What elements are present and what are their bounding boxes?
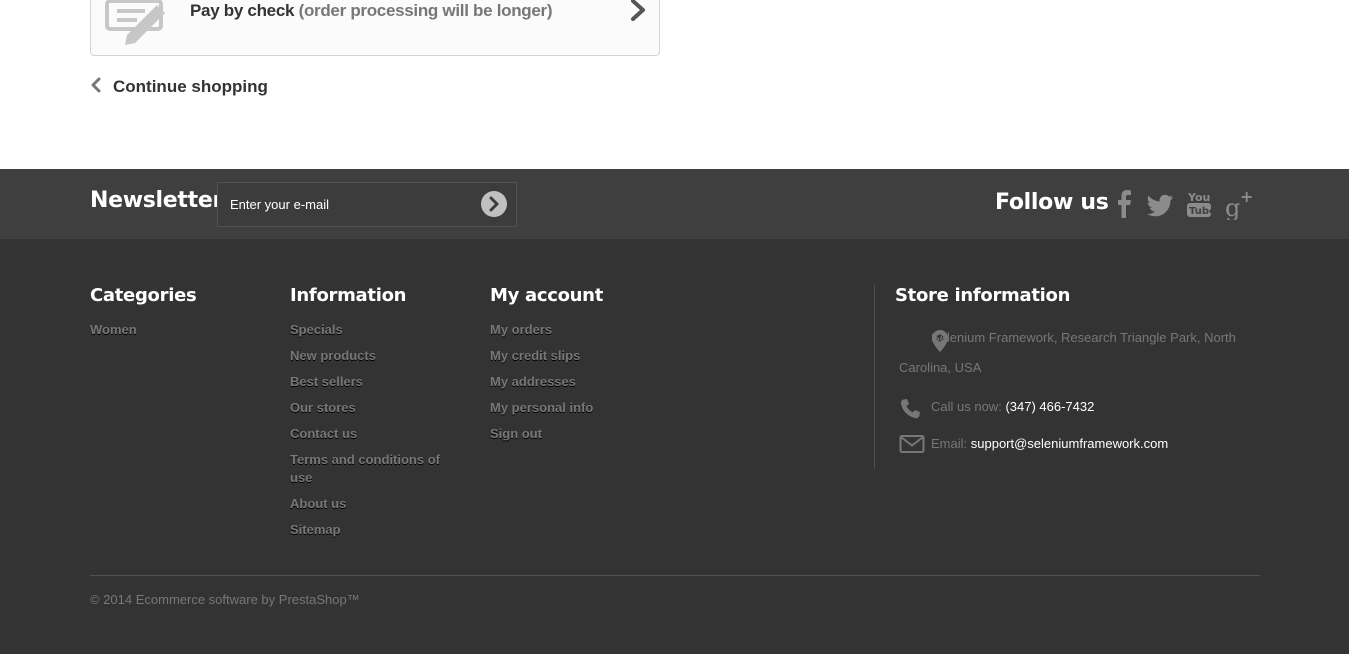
check-pen-icon [105, 0, 169, 54]
account-link-my-orders[interactable]: My orders [490, 321, 603, 339]
email-label: Email: [931, 436, 968, 451]
account-link-personal-info[interactable]: My personal info [490, 399, 603, 417]
categories-block: Categories Women [90, 285, 197, 347]
svg-text:Tube: Tube [1189, 206, 1215, 217]
account-link-sign-out[interactable]: Sign out [490, 425, 603, 443]
svg-text:g: g [1225, 194, 1240, 220]
envelope-icon [899, 433, 925, 460]
chevron-left-icon [90, 77, 104, 98]
phone-label: Call us now: [931, 399, 1002, 414]
chevron-right-icon [629, 0, 647, 26]
twitter-icon[interactable] [1145, 188, 1175, 220]
svg-text:+: + [1240, 188, 1253, 206]
store-information-title: Store information [895, 285, 1071, 306]
store-address-text: Selenium Framework, Research Triangle Pa… [899, 330, 1236, 375]
store-address: Selenium Framework, Research Triangle Pa… [895, 323, 1255, 383]
payment-label-sub: (order processing will be longer) [298, 1, 553, 20]
store-divider [874, 285, 875, 469]
payment-label-main: Pay by check [190, 1, 295, 20]
pay-by-check-option[interactable]: Pay by check (order processing will be l… [90, 0, 660, 56]
info-link-best-sellers[interactable]: Best sellers [290, 373, 450, 391]
newsletter-title: Newsletter [90, 188, 224, 213]
footer: Categories Women Information Specials Ne… [0, 239, 1349, 654]
youtube-icon[interactable]: You Tube [1185, 188, 1216, 220]
store-email: Email: support@seleniumframework.com [895, 435, 1255, 457]
copyright-text[interactable]: © 2014 Ecommerce software by PrestaShop™ [90, 592, 360, 607]
my-account-title: My account [490, 285, 603, 306]
info-link-specials[interactable]: Specials [290, 321, 450, 339]
categories-title: Categories [90, 285, 197, 306]
my-account-block: My account My orders My credit slips My … [490, 285, 603, 451]
newsletter-band: Newsletter Follow us You Tube g + [0, 169, 1349, 239]
info-link-new-products[interactable]: New products [290, 347, 450, 365]
information-block: Information Specials New products Best s… [290, 285, 450, 547]
phone-icon [899, 398, 921, 425]
facebook-icon[interactable] [1109, 188, 1139, 220]
info-link-our-stores[interactable]: Our stores [290, 399, 450, 417]
info-link-about-us[interactable]: About us [290, 495, 450, 513]
map-marker-icon [899, 329, 949, 364]
follow-us-title: Follow us [995, 190, 1109, 215]
information-title: Information [290, 285, 407, 306]
info-link-contact-us[interactable]: Contact us [290, 425, 450, 443]
continue-shopping-link[interactable]: Continue shopping [90, 76, 268, 98]
footer-divider [90, 575, 1260, 576]
newsletter-submit-button[interactable] [481, 191, 507, 217]
arrow-right-icon [489, 196, 499, 212]
newsletter-email-input[interactable] [218, 183, 473, 226]
category-link-women[interactable]: Women [90, 321, 196, 339]
store-information-block: Store information Selenium Framework, Re… [895, 285, 1255, 457]
email-address-link[interactable]: support@seleniumframework.com [971, 436, 1168, 451]
payment-label: Pay by check (order processing will be l… [190, 1, 553, 21]
account-link-credit-slips[interactable]: My credit slips [490, 347, 603, 365]
svg-text:You: You [1187, 191, 1210, 204]
google-plus-icon[interactable]: g + [1225, 187, 1255, 222]
info-link-sitemap[interactable]: Sitemap [290, 521, 450, 539]
newsletter-form [217, 182, 517, 227]
phone-number: (347) 466-7432 [1005, 399, 1095, 414]
continue-shopping-label: Continue shopping [113, 77, 268, 96]
account-link-addresses[interactable]: My addresses [490, 373, 603, 391]
store-phone: Call us now: (347) 466-7432 [895, 398, 1255, 420]
info-link-terms[interactable]: Terms and conditions of use [290, 451, 450, 487]
